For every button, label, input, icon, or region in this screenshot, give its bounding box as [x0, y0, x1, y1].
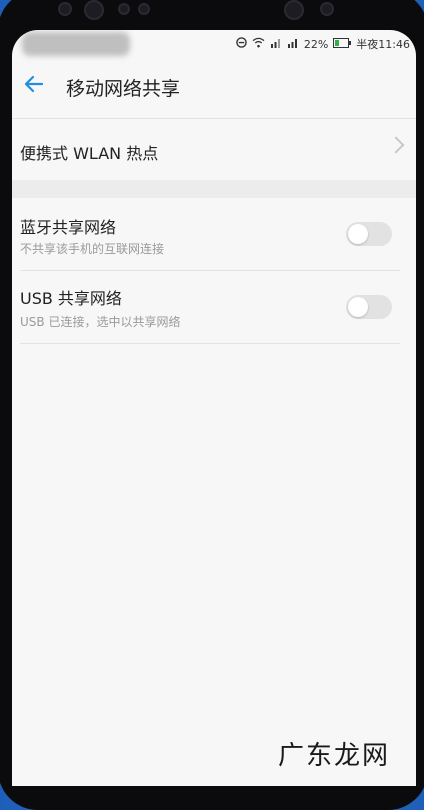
list-item-subtitle: 不共享该手机的互联网连接 — [20, 242, 165, 256]
camera-area — [0, 0, 424, 30]
back-arrow-icon[interactable] — [20, 72, 48, 100]
toggle-knob — [348, 297, 368, 317]
sensor-icon — [320, 2, 334, 16]
sensor-icon — [118, 3, 130, 15]
sensor-icon — [58, 2, 72, 16]
signal-icon — [270, 37, 282, 51]
list-item-wlan-hotspot[interactable]: 便携式 WLAN 热点 — [12, 119, 416, 179]
signal-icon — [287, 37, 299, 51]
list-item-title: USB 共享网络 — [20, 289, 122, 308]
sensor-icon — [138, 3, 150, 15]
watermark-text: 广东龙网 — [277, 741, 390, 771]
section-gap — [12, 180, 416, 198]
list-item-bluetooth-tethering[interactable]: 蓝牙共享网络 不共享该手机的互联网连接 — [12, 200, 416, 270]
wifi-icon — [252, 37, 265, 51]
status-bar: 22% 半夜11:46 — [12, 30, 416, 56]
toggle-knob — [348, 224, 368, 244]
divider — [20, 343, 400, 344]
screen: 22% 半夜11:46 移动网络共享 便携式 WLAN 热点 蓝牙共享网络 不共… — [12, 30, 416, 786]
list-item-subtitle: USB 已连接，选中以共享网络 — [20, 315, 181, 329]
bluetooth-tethering-toggle[interactable] — [346, 222, 392, 246]
page-title: 移动网络共享 — [66, 78, 181, 100]
chevron-right-icon — [387, 136, 405, 154]
dnd-icon — [236, 37, 247, 51]
camera-icon — [284, 0, 304, 20]
list-item-usb-tethering[interactable]: USB 共享网络 USB 已连接，选中以共享网络 — [12, 271, 416, 343]
battery-percent: 22% — [303, 37, 329, 51]
battery-icon — [333, 37, 352, 51]
status-icons: 22% 半夜11:46 — [236, 36, 410, 52]
list-item-title: 便携式 WLAN 热点 — [20, 144, 159, 163]
blurred-region — [22, 32, 130, 56]
status-time: 半夜11:46 — [356, 38, 410, 51]
app-bar: 移动网络共享 — [12, 56, 416, 118]
usb-tethering-toggle[interactable] — [346, 295, 392, 319]
camera-icon — [84, 0, 104, 20]
list-item-title: 蓝牙共享网络 — [20, 218, 117, 237]
